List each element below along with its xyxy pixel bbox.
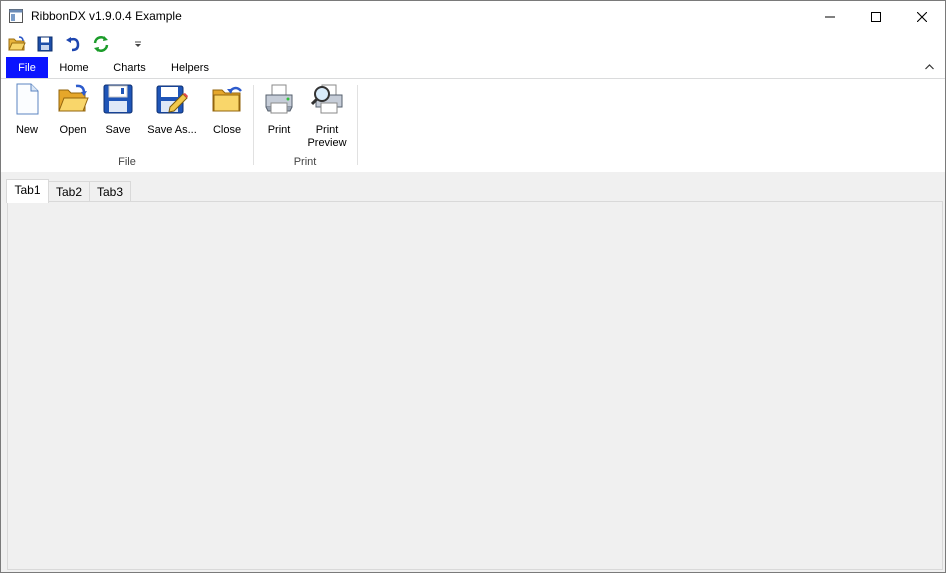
save-button[interactable]: Save [99,83,137,149]
window-title: RibbonDX v1.9.0.4 Example [31,9,182,23]
collapse-ribbon-button[interactable] [921,59,937,75]
app-icon [9,9,23,23]
title-bar: RibbonDX v1.9.0.4 Example [1,1,945,32]
save-as-label: Save As... [147,124,197,136]
qat-open-button[interactable] [7,34,27,54]
new-button[interactable]: New [9,83,45,149]
printer-icon [265,84,293,114]
ribbon-tab-row: File Home Charts Helpers [1,57,945,79]
save-as-button[interactable]: Save As... [143,83,201,149]
open-button[interactable]: Open [53,83,93,149]
print-preview-icon [310,84,343,114]
tab-tab3[interactable]: Tab3 [89,181,131,202]
qat-refresh-button[interactable] [91,34,111,54]
save-disk-icon [103,84,133,114]
file-group-label: File [118,156,136,168]
tab-page-content [7,201,943,570]
open-folder-icon [58,84,89,112]
print-preview-label: Print Preview [303,124,351,150]
close-button[interactable] [899,1,945,32]
undo-icon [66,37,80,52]
tab-file[interactable]: File [6,57,48,79]
maximize-icon [871,11,881,22]
close-icon [917,11,927,22]
open-folder-icon [8,36,26,51]
close-file-button[interactable]: Close [207,83,247,149]
qat-save-button[interactable] [35,34,55,54]
print-preview-label-line2: Preview [307,137,347,149]
minimize-icon [825,16,835,17]
group-separator [253,85,254,165]
tab-tab2[interactable]: Tab2 [48,181,90,202]
close-label: Close [212,124,242,136]
qat-undo-button[interactable] [63,34,83,54]
print-label: Print [267,124,291,136]
chevron-up-icon [924,64,934,70]
save-disk-icon [37,36,53,52]
print-group-label: Print [293,156,317,168]
new-document-icon [16,83,39,115]
print-preview-label-line1: Print [315,124,339,136]
print-button[interactable]: Print [259,83,299,149]
customize-dropdown-icon [135,41,141,47]
save-label: Save [105,124,131,136]
qat-customize-button[interactable] [128,34,148,54]
new-label: New [15,124,38,136]
app-window: RibbonDX v1.9.0.4 Example File Home Char… [0,0,946,573]
document-area: Tab1 Tab2 Tab3 [1,172,945,572]
group-separator [357,85,358,165]
tab-helpers[interactable]: Helpers [164,57,216,79]
save-as-icon [156,85,188,114]
tab-home[interactable]: Home [54,57,94,79]
refresh-icon [93,36,109,52]
maximize-button[interactable] [853,1,899,32]
open-label: Open [59,124,87,136]
close-folder-icon [212,86,242,112]
minimize-button[interactable] [807,1,853,32]
quick-access-toolbar [1,32,945,56]
print-preview-button[interactable]: Print Preview [303,83,351,149]
tab-charts[interactable]: Charts [106,57,153,79]
tab-tab1[interactable]: Tab1 [6,179,49,203]
ribbon-panel: New Open Save Save As... Close File Prin… [1,78,945,173]
